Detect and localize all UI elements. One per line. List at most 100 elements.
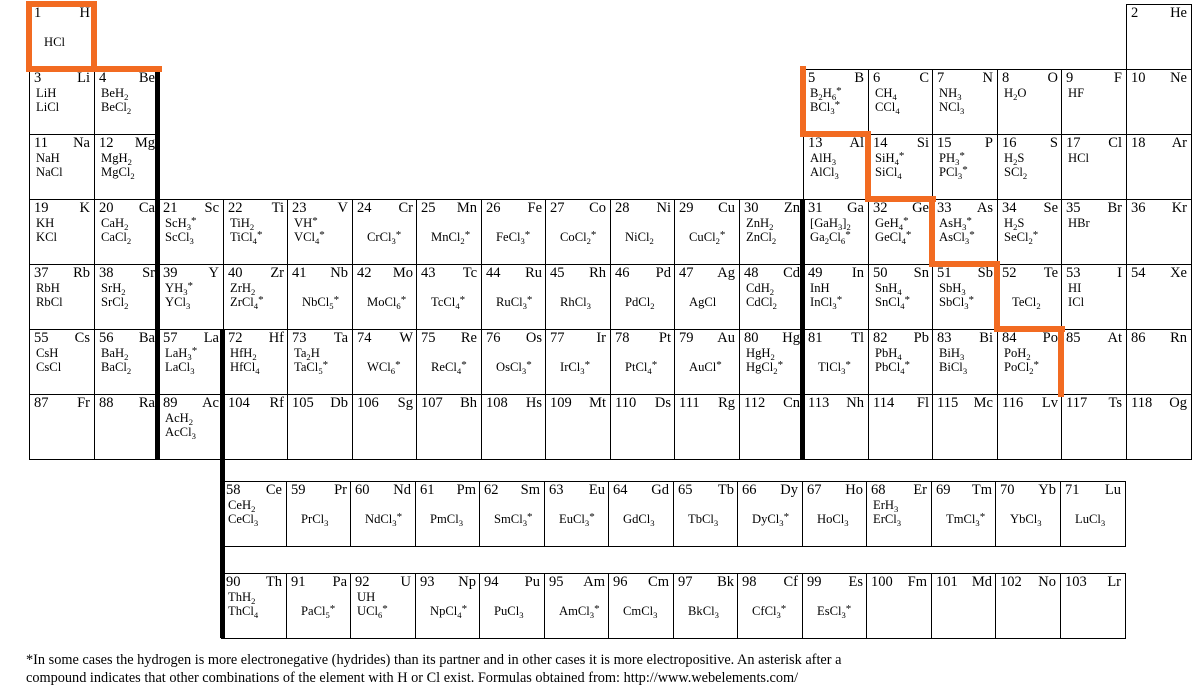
element-cell-kr[interactable]: 36 Kr: [1126, 199, 1192, 265]
element-cell-o[interactable]: 8 O H2O: [997, 69, 1063, 135]
element-cell-ge[interactable]: 32 Ge GeH4* GeCl4*: [868, 199, 934, 265]
element-cell-pd[interactable]: 46 Pd PdCl2: [610, 264, 676, 330]
element-cell-er[interactable]: 68 Er ErH3 ErCl3: [866, 481, 932, 547]
element-cell-cf[interactable]: 98 Cf CfCl3*: [737, 573, 803, 639]
element-cell-s[interactable]: 16 S H2S SCl2: [997, 134, 1063, 200]
element-cell-zn[interactable]: 30 Zn ZnH2 ZnCl2: [739, 199, 805, 265]
element-cell-hg[interactable]: 80 Hg HgH2 HgCl2*: [739, 329, 805, 395]
element-cell-br[interactable]: 35 Br HBr: [1061, 199, 1127, 265]
element-cell-tl[interactable]: 81 Tl TlCl3*: [803, 329, 869, 395]
element-cell-fl[interactable]: 114 Fl: [868, 394, 934, 460]
element-cell-cr[interactable]: 24 Cr CrCl3*: [352, 199, 418, 265]
element-cell-pr[interactable]: 59 Pr PrCl3: [286, 481, 352, 547]
element-cell-ti[interactable]: 22 Ti TiH2 TiCl4*: [223, 199, 289, 265]
element-cell-po[interactable]: 84 Po PoH2 PoCl2*: [997, 329, 1063, 395]
element-cell-rn[interactable]: 86 Rn: [1126, 329, 1192, 395]
element-cell-ne[interactable]: 10 Ne: [1126, 69, 1192, 135]
element-cell-ts[interactable]: 117 Ts: [1061, 394, 1127, 460]
element-cell-cl[interactable]: 17 Cl HCl: [1061, 134, 1127, 200]
element-cell-co[interactable]: 27 Co CoCl2*: [545, 199, 611, 265]
element-cell-fe[interactable]: 26 Fe FeCl3*: [481, 199, 547, 265]
element-cell-hs[interactable]: 108 Hs: [481, 394, 547, 460]
element-cell-yb[interactable]: 70 Yb YbCl3: [995, 481, 1061, 547]
element-cell-ta[interactable]: 73 Ta Ta2H TaCl5*: [287, 329, 353, 395]
element-cell-hf[interactable]: 72 Hf HfH2 HfCl4: [223, 329, 289, 395]
element-cell-ba[interactable]: 56 Ba BaH2 BaCl2: [94, 329, 160, 395]
element-cell-cu[interactable]: 29 Cu CuCl2*: [674, 199, 740, 265]
element-cell-li[interactable]: 3 Li LiH LiCl: [29, 69, 95, 135]
element-cell-tc[interactable]: 43 Tc TcCl4*: [416, 264, 482, 330]
element-cell-ru[interactable]: 44 Ru RuCl3*: [481, 264, 547, 330]
element-cell-n[interactable]: 7 N NH3 NCl3: [932, 69, 998, 135]
element-cell-rh[interactable]: 45 Rh RhCl3: [545, 264, 611, 330]
element-cell-cn[interactable]: 112 Cn: [739, 394, 805, 460]
element-cell-zr[interactable]: 40 Zr ZrH2 ZrCl4*: [223, 264, 289, 330]
element-cell-ds[interactable]: 110 Ds: [610, 394, 676, 460]
element-cell-v[interactable]: 23 V VH* VCl4*: [287, 199, 353, 265]
element-cell-bk[interactable]: 97 Bk BkCl3: [673, 573, 739, 639]
element-cell-la[interactable]: 57 La LaH3* LaCl3: [158, 329, 224, 395]
element-cell-sr[interactable]: 38 Sr SrH2 SrCl2: [94, 264, 160, 330]
element-cell-eu[interactable]: 63 Eu EuCl3*: [544, 481, 610, 547]
element-cell-rb[interactable]: 37 Rb RbH RbCl: [29, 264, 95, 330]
element-cell-au[interactable]: 79 Au AuCl*: [674, 329, 740, 395]
element-cell-ga[interactable]: 31 Ga [GaH3]2 Ga2Cl6*: [803, 199, 869, 265]
element-cell-ir[interactable]: 77 Ir IrCl3*: [545, 329, 611, 395]
element-cell-sn[interactable]: 50 Sn SnH4 SnCl4*: [868, 264, 934, 330]
element-cell-ag[interactable]: 47 Ag AgCl: [674, 264, 740, 330]
element-cell-in[interactable]: 49 In InH InCl3*: [803, 264, 869, 330]
element-cell-mc[interactable]: 115 Mc: [932, 394, 998, 460]
element-cell-pm[interactable]: 61 Pm PmCl3: [415, 481, 481, 547]
element-cell-es[interactable]: 99 Es EsCl3*: [802, 573, 868, 639]
element-cell-nb[interactable]: 41 Nb NbCl5*: [287, 264, 353, 330]
element-cell-pa[interactable]: 91 Pa PaCl5*: [286, 573, 352, 639]
element-cell-re[interactable]: 75 Re ReCl4*: [416, 329, 482, 395]
element-cell-tb[interactable]: 65 Tb TbCl3: [673, 481, 739, 547]
element-cell-mg[interactable]: 12 Mg MgH2 MgCl2: [94, 134, 160, 200]
element-cell-mo[interactable]: 42 Mo MoCl6*: [352, 264, 418, 330]
element-cell-th[interactable]: 90 Th ThH2 ThCl4: [221, 573, 287, 639]
element-cell-u[interactable]: 92 U UH UCl6*: [350, 573, 416, 639]
element-cell-sb[interactable]: 51 Sb SbH3 SbCl3*: [932, 264, 998, 330]
element-cell-ca[interactable]: 20 Ca CaH2 CaCl2: [94, 199, 160, 265]
element-cell-ac[interactable]: 89 Ac AcH2 AcCl3: [158, 394, 224, 460]
element-cell-ni[interactable]: 28 Ni NiCl2: [610, 199, 676, 265]
element-cell-nd[interactable]: 60 Nd NdCl3*: [350, 481, 416, 547]
element-cell-mt[interactable]: 109 Mt: [545, 394, 611, 460]
element-cell-ar[interactable]: 18 Ar: [1126, 134, 1192, 200]
element-cell-pu[interactable]: 94 Pu PuCl3: [479, 573, 545, 639]
element-cell-os[interactable]: 76 Os OsCl3*: [481, 329, 547, 395]
element-cell-h[interactable]: 1 H HCl: [29, 4, 95, 70]
element-cell-ra[interactable]: 88 Ra: [94, 394, 160, 460]
element-cell-na[interactable]: 11 Na NaH NaCl: [29, 134, 95, 200]
element-cell-np[interactable]: 93 Np NpCl4*: [415, 573, 481, 639]
element-cell-b[interactable]: 5 B B2H6* BCl3*: [803, 69, 869, 135]
element-cell-se[interactable]: 34 Se H2S SeCl2*: [997, 199, 1063, 265]
element-cell-bh[interactable]: 107 Bh: [416, 394, 482, 460]
element-cell-gd[interactable]: 64 Gd GdCl3: [608, 481, 674, 547]
element-cell-sm[interactable]: 62 Sm SmCl3*: [479, 481, 545, 547]
element-cell-no[interactable]: 102 No: [995, 573, 1061, 639]
element-cell-p[interactable]: 15 P PH3* PCl3*: [932, 134, 998, 200]
element-cell-pt[interactable]: 78 Pt PtCl4*: [610, 329, 676, 395]
element-cell-k[interactable]: 19 K KH KCl: [29, 199, 95, 265]
element-cell-og[interactable]: 118 Og: [1126, 394, 1192, 460]
element-cell-fm[interactable]: 100 Fm: [866, 573, 932, 639]
element-cell-rf[interactable]: 104 Rf: [223, 394, 289, 460]
element-cell-y[interactable]: 39 Y YH3* YCl3: [158, 264, 224, 330]
element-cell-sc[interactable]: 21 Sc ScH3* ScCl3: [158, 199, 224, 265]
element-cell-dy[interactable]: 66 Dy DyCl3*: [737, 481, 803, 547]
element-cell-nh[interactable]: 113 Nh: [803, 394, 869, 460]
element-cell-lr[interactable]: 103 Lr: [1060, 573, 1126, 639]
element-cell-c[interactable]: 6 C CH4 CCl4: [868, 69, 934, 135]
element-cell-he[interactable]: 2 He: [1126, 4, 1192, 70]
element-cell-al[interactable]: 13 Al AlH3 AlCl3: [803, 134, 869, 200]
element-cell-db[interactable]: 105 Db: [287, 394, 353, 460]
element-cell-ce[interactable]: 58 Ce CeH2 CeCl3: [221, 481, 287, 547]
element-cell-cm[interactable]: 96 Cm CmCl3: [608, 573, 674, 639]
element-cell-as[interactable]: 33 As AsH3* AsCl3*: [932, 199, 998, 265]
element-cell-i[interactable]: 53 I HI ICl: [1061, 264, 1127, 330]
element-cell-te[interactable]: 52 Te TeCl2: [997, 264, 1063, 330]
element-cell-rg[interactable]: 111 Rg: [674, 394, 740, 460]
element-cell-fr[interactable]: 87 Fr: [29, 394, 95, 460]
